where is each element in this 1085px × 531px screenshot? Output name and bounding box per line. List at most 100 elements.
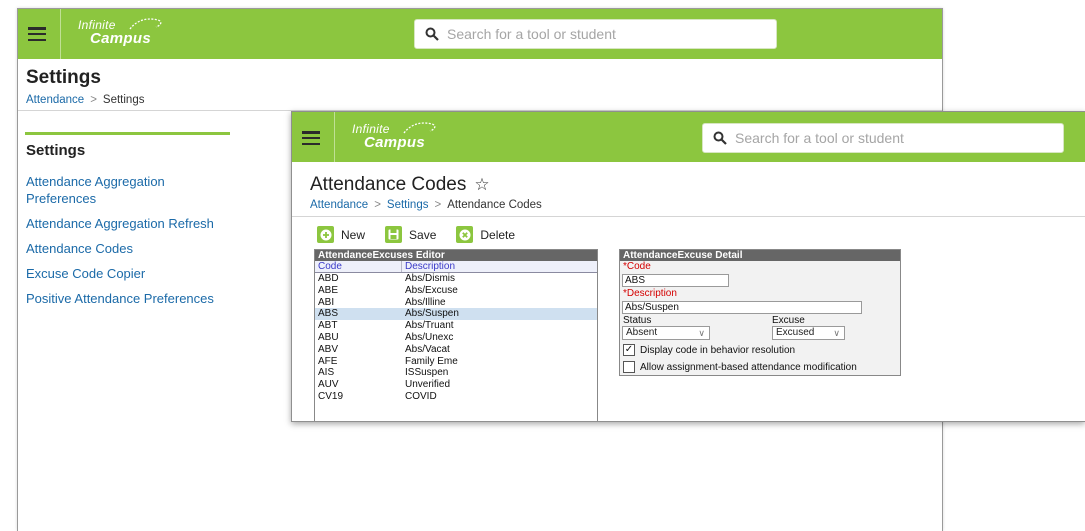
table-row[interactable]: ABS Abs/Suspen: [315, 308, 597, 321]
row-code: ABI: [318, 296, 335, 308]
menu-icon[interactable]: [28, 27, 46, 41]
assignment-attendance-checkbox[interactable]: Allow assignment-based attendance modifi…: [623, 361, 857, 373]
breadcrumb: Attendance > Settings > Attendance Codes: [310, 199, 542, 211]
page-title-row: Attendance Codes ☆: [310, 174, 490, 196]
sidebar-item-positive-attendance[interactable]: Positive Attendance Preferences: [26, 290, 236, 307]
breadcrumb-attendance[interactable]: Attendance: [26, 94, 84, 106]
sidebar-item-attendance-codes[interactable]: Attendance Codes: [26, 240, 236, 257]
breadcrumb-attendance[interactable]: Attendance: [310, 199, 368, 211]
delete-button-label: Delete: [480, 227, 516, 242]
page-title: Attendance Codes: [310, 174, 467, 195]
attendance-codes-window: Infinite Campus Attendance Codes ☆ Atten…: [291, 111, 1085, 422]
sidebar-item-aggregation-preferences[interactable]: Attendance Aggregation Preferences: [26, 173, 176, 207]
row-code: ABD: [318, 273, 339, 284]
row-code: ABE: [318, 284, 339, 296]
save-button[interactable]: Save: [385, 226, 436, 243]
row-description: Abs/Illine: [405, 296, 446, 308]
action-toolbar: New Save Delete: [317, 226, 535, 243]
chevron-down-icon: ∨: [698, 328, 705, 338]
code-label: *Code: [623, 261, 651, 272]
row-description: Abs/Excuse: [405, 284, 458, 296]
topbar-divider: [60, 9, 61, 59]
sidebar-item-excuse-code-copier[interactable]: Excuse Code Copier: [26, 265, 236, 282]
attendance-excuse-detail: AttendanceExcuse Detail *Code *Descripti…: [619, 249, 901, 376]
page-header: Settings Attendance > Settings: [18, 59, 942, 111]
detail-title: AttendanceExcuse Detail: [620, 250, 900, 261]
status-label: Status: [623, 315, 652, 326]
table-row[interactable]: ABE Abs/Excuse: [315, 285, 597, 297]
plus-icon: [317, 226, 334, 243]
row-description: Unverified: [405, 379, 451, 391]
logo-swoosh-icon: [129, 18, 162, 30]
editor-column-headers: Code Description: [315, 261, 597, 273]
row-code: AFE: [318, 355, 338, 367]
breadcrumb-settings[interactable]: Settings: [387, 199, 429, 211]
column-header-code[interactable]: Code: [315, 261, 402, 272]
table-row[interactable]: AUV Unverified: [315, 379, 597, 391]
status-select[interactable]: Absent ∨: [622, 326, 710, 340]
row-description: Abs/Dismis: [405, 273, 456, 284]
menu-icon[interactable]: [302, 131, 320, 145]
table-row[interactable]: ABU Abs/Unexc: [315, 332, 597, 344]
sidebar-nav: Attendance Aggregation Preferences Atten…: [26, 173, 236, 315]
search-input[interactable]: [735, 130, 1035, 146]
top-bar: Infinite Campus: [292, 112, 1085, 162]
status-select-value: Absent: [626, 327, 658, 338]
row-description: Abs/Suspen: [405, 308, 459, 320]
excuse-select-value: Excused: [776, 327, 815, 338]
table-row[interactable]: ABT Abs/Truant: [315, 320, 597, 332]
column-header-description[interactable]: Description: [402, 261, 455, 272]
page-title: Settings: [26, 67, 101, 88]
breadcrumb-current: Settings: [102, 94, 145, 106]
top-bar: Infinite Campus: [18, 9, 942, 59]
star-icon[interactable]: ☆: [474, 175, 489, 195]
table-row[interactable]: AIS ISSuspen: [315, 367, 597, 379]
logo-line2: Campus: [364, 134, 425, 151]
search-box[interactable]: [414, 19, 777, 49]
chevron-right-icon: >: [374, 199, 381, 211]
row-code: ABS: [318, 308, 339, 320]
table-row[interactable]: AFE Family Eme: [315, 356, 597, 368]
editor-title: AttendanceExcuses Editor: [315, 250, 597, 261]
infinite-campus-logo: Infinite Campus: [78, 18, 162, 47]
row-description: COVID: [405, 390, 437, 402]
behavior-resolution-checkbox[interactable]: ✓ Display code in behavior resolution: [623, 344, 795, 356]
row-code: ABU: [318, 331, 339, 343]
sidebar-item-aggregation-refresh[interactable]: Attendance Aggregation Refresh: [26, 215, 236, 232]
table-row[interactable]: CV19 COVID: [315, 391, 597, 403]
description-label: *Description: [623, 288, 677, 299]
code-field[interactable]: [622, 274, 729, 287]
new-button[interactable]: New: [317, 226, 365, 243]
logo-swoosh-icon: [403, 122, 436, 134]
sidebar-title: Settings: [26, 142, 86, 159]
chevron-right-icon: >: [90, 94, 97, 106]
sidebar-accent-bar: [25, 132, 230, 135]
header-divider: [292, 216, 1085, 217]
attendance-excuses-editor: AttendanceExcuses Editor Code Descriptio…: [314, 249, 598, 421]
search-input[interactable]: [447, 26, 747, 42]
row-code: AIS: [318, 367, 335, 379]
row-code: CV19: [318, 390, 344, 402]
search-icon: [425, 27, 439, 41]
checkbox-checked-icon: ✓: [623, 344, 635, 356]
topbar-divider: [334, 112, 335, 162]
excuse-select[interactable]: Excused ∨: [772, 326, 845, 340]
delete-icon: [456, 226, 474, 243]
search-box[interactable]: [702, 123, 1064, 153]
row-description: Abs/Unexc: [405, 331, 454, 343]
breadcrumb: Attendance > Settings: [26, 94, 144, 106]
table-row[interactable]: ABD Abs/Dismis: [315, 273, 597, 285]
delete-button[interactable]: Delete: [456, 226, 515, 243]
table-row[interactable]: ABI Abs/Illine: [315, 297, 597, 309]
logo-line2: Campus: [90, 30, 151, 47]
infinite-campus-logo: Infinite Campus: [352, 122, 436, 151]
description-field[interactable]: [622, 301, 862, 314]
row-description: Abs/Truant: [405, 320, 454, 332]
checkbox-unchecked-icon: [623, 361, 635, 373]
save-button-label: Save: [409, 227, 437, 242]
table-row[interactable]: ABV Abs/Vacat: [315, 344, 597, 356]
chevron-down-icon: ∨: [833, 328, 840, 338]
breadcrumb-current: Attendance Codes: [447, 199, 542, 211]
excuse-label: Excuse: [772, 315, 805, 326]
assignment-attendance-label: Allow assignment-based attendance modifi…: [640, 361, 857, 373]
